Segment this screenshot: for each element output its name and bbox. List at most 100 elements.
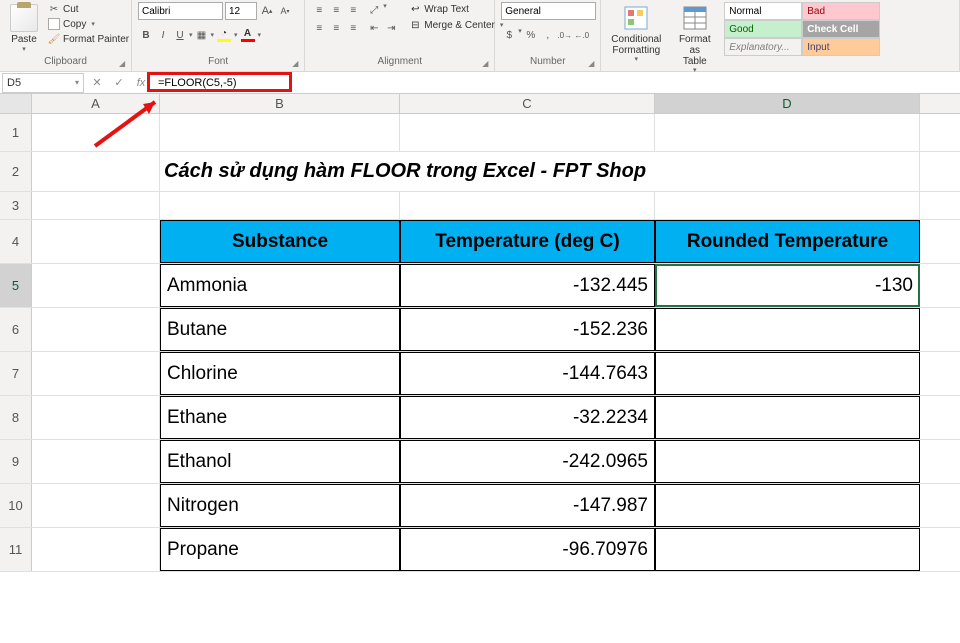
cell-b5[interactable]: Ammonia xyxy=(160,264,400,307)
cell-d1[interactable] xyxy=(655,114,920,151)
align-right-button[interactable]: ≡ xyxy=(345,20,361,36)
column-header-a[interactable]: A xyxy=(32,94,160,113)
cell-b8[interactable]: Ethane xyxy=(160,396,400,439)
cell-d9[interactable] xyxy=(655,440,920,483)
bold-button[interactable]: B xyxy=(138,27,154,43)
row-header-10[interactable]: 10 xyxy=(0,484,32,527)
style-check-cell[interactable]: Check Cell xyxy=(802,20,880,38)
cell-d5-active[interactable]: -130 xyxy=(655,264,920,307)
enter-formula-button[interactable]: ✓ xyxy=(108,73,130,93)
font-size-input[interactable] xyxy=(225,2,257,20)
style-bad[interactable]: Bad xyxy=(802,2,880,20)
underline-button[interactable]: U xyxy=(172,27,188,43)
cut-button[interactable]: ✂Cut xyxy=(46,2,131,16)
column-header-c[interactable]: C xyxy=(400,94,655,113)
font-color-button[interactable]: A xyxy=(239,28,257,42)
paste-button[interactable]: Paste ▾ xyxy=(6,2,42,55)
style-input[interactable]: Input xyxy=(802,38,880,56)
align-left-button[interactable]: ≡ xyxy=(311,20,327,36)
cell-b6[interactable]: Butane xyxy=(160,308,400,351)
cell-c1[interactable] xyxy=(400,114,655,151)
align-top-button[interactable]: ≡ xyxy=(311,2,327,18)
align-bottom-button[interactable]: ≡ xyxy=(345,2,361,18)
clipboard-dialog-launcher[interactable]: ◢ xyxy=(119,59,129,69)
cell-b9[interactable]: Ethanol xyxy=(160,440,400,483)
increase-font-button[interactable]: A▴ xyxy=(259,3,275,19)
cell-c10[interactable]: -147.987 xyxy=(400,484,655,527)
cell-a7[interactable] xyxy=(32,352,160,395)
cell-d3[interactable] xyxy=(655,192,920,219)
cell-a11[interactable] xyxy=(32,528,160,571)
cell-d10[interactable] xyxy=(655,484,920,527)
cell-c11[interactable]: -96.70976 xyxy=(400,528,655,571)
increase-indent-button[interactable]: ⇥ xyxy=(383,20,399,36)
row-header-2[interactable]: 2 xyxy=(0,152,32,191)
cell-c9[interactable]: -242.0965 xyxy=(400,440,655,483)
cell-b7[interactable]: Chlorine xyxy=(160,352,400,395)
cell-c3[interactable] xyxy=(400,192,655,219)
fill-color-button[interactable]: ◔ xyxy=(215,28,233,42)
cell-d6[interactable] xyxy=(655,308,920,351)
style-good[interactable]: Good xyxy=(724,20,802,38)
increase-decimal-button[interactable]: .0→ xyxy=(557,27,573,43)
cell-a1[interactable] xyxy=(32,114,160,151)
cell-a10[interactable] xyxy=(32,484,160,527)
row-header-9[interactable]: 9 xyxy=(0,440,32,483)
font-name-input[interactable] xyxy=(138,2,223,20)
alignment-dialog-launcher[interactable]: ◢ xyxy=(482,59,492,69)
wrap-text-button[interactable]: ↩Wrap Text xyxy=(407,2,505,16)
cell-a3[interactable] xyxy=(32,192,160,219)
row-header-6[interactable]: 6 xyxy=(0,308,32,351)
row-header-8[interactable]: 8 xyxy=(0,396,32,439)
number-format-select[interactable] xyxy=(501,2,596,20)
row-header-1[interactable]: 1 xyxy=(0,114,32,151)
cancel-formula-button[interactable]: ✕ xyxy=(86,73,108,93)
merge-center-button[interactable]: ⊟Merge & Center▾ xyxy=(407,18,505,32)
cell-d4-header[interactable]: Rounded Temperature xyxy=(655,220,920,263)
row-header-4[interactable]: 4 xyxy=(0,220,32,263)
cell-b1[interactable] xyxy=(160,114,400,151)
row-header-7[interactable]: 7 xyxy=(0,352,32,395)
cell-b3[interactable] xyxy=(160,192,400,219)
orientation-button[interactable]: ⤢ xyxy=(366,2,382,18)
cell-b10[interactable]: Nitrogen xyxy=(160,484,400,527)
copy-button[interactable]: Copy▾ xyxy=(46,17,131,31)
decrease-indent-button[interactable]: ⇤ xyxy=(366,20,382,36)
number-dialog-launcher[interactable]: ◢ xyxy=(588,59,598,69)
decrease-font-button[interactable]: A▾ xyxy=(277,3,293,19)
cell-a2[interactable] xyxy=(32,152,160,191)
italic-button[interactable]: I xyxy=(155,27,171,43)
comma-button[interactable]: , xyxy=(540,27,556,43)
cell-a6[interactable] xyxy=(32,308,160,351)
style-normal[interactable]: Normal xyxy=(724,2,802,20)
border-button[interactable]: ▦ xyxy=(194,27,210,43)
format-painter-button[interactable]: 🖌Format Painter xyxy=(46,32,131,46)
font-dialog-launcher[interactable]: ◢ xyxy=(292,59,302,69)
cell-styles-gallery[interactable]: Normal Bad Good Check Cell Explanatory..… xyxy=(724,2,953,56)
align-middle-button[interactable]: ≡ xyxy=(328,2,344,18)
column-header-b[interactable]: B xyxy=(160,94,400,113)
cell-d8[interactable] xyxy=(655,396,920,439)
conditional-formatting-button[interactable]: Conditional Formatting▾ xyxy=(607,2,665,66)
format-as-table-button[interactable]: Format as Table▾ xyxy=(669,2,720,77)
cell-d11[interactable] xyxy=(655,528,920,571)
insert-function-button[interactable]: fx xyxy=(130,73,152,93)
accounting-format-button[interactable]: $ xyxy=(501,27,517,43)
cell-a5[interactable] xyxy=(32,264,160,307)
name-box[interactable]: D5▾ xyxy=(2,73,84,93)
percent-button[interactable]: % xyxy=(523,27,539,43)
cell-b11[interactable]: Propane xyxy=(160,528,400,571)
cell-c5[interactable]: -132.445 xyxy=(400,264,655,307)
cell-a8[interactable] xyxy=(32,396,160,439)
select-all-corner[interactable] xyxy=(0,94,32,113)
decrease-decimal-button[interactable]: ←.0 xyxy=(574,27,590,43)
column-header-d[interactable]: D xyxy=(655,94,920,113)
cell-c7[interactable]: -144.7643 xyxy=(400,352,655,395)
style-explanatory[interactable]: Explanatory... xyxy=(724,38,802,56)
formula-input[interactable] xyxy=(152,73,960,93)
row-header-5[interactable]: 5 xyxy=(0,264,32,307)
cell-a9[interactable] xyxy=(32,440,160,483)
cell-c6[interactable]: -152.236 xyxy=(400,308,655,351)
row-header-3[interactable]: 3 xyxy=(0,192,32,219)
row-header-11[interactable]: 11 xyxy=(0,528,32,571)
